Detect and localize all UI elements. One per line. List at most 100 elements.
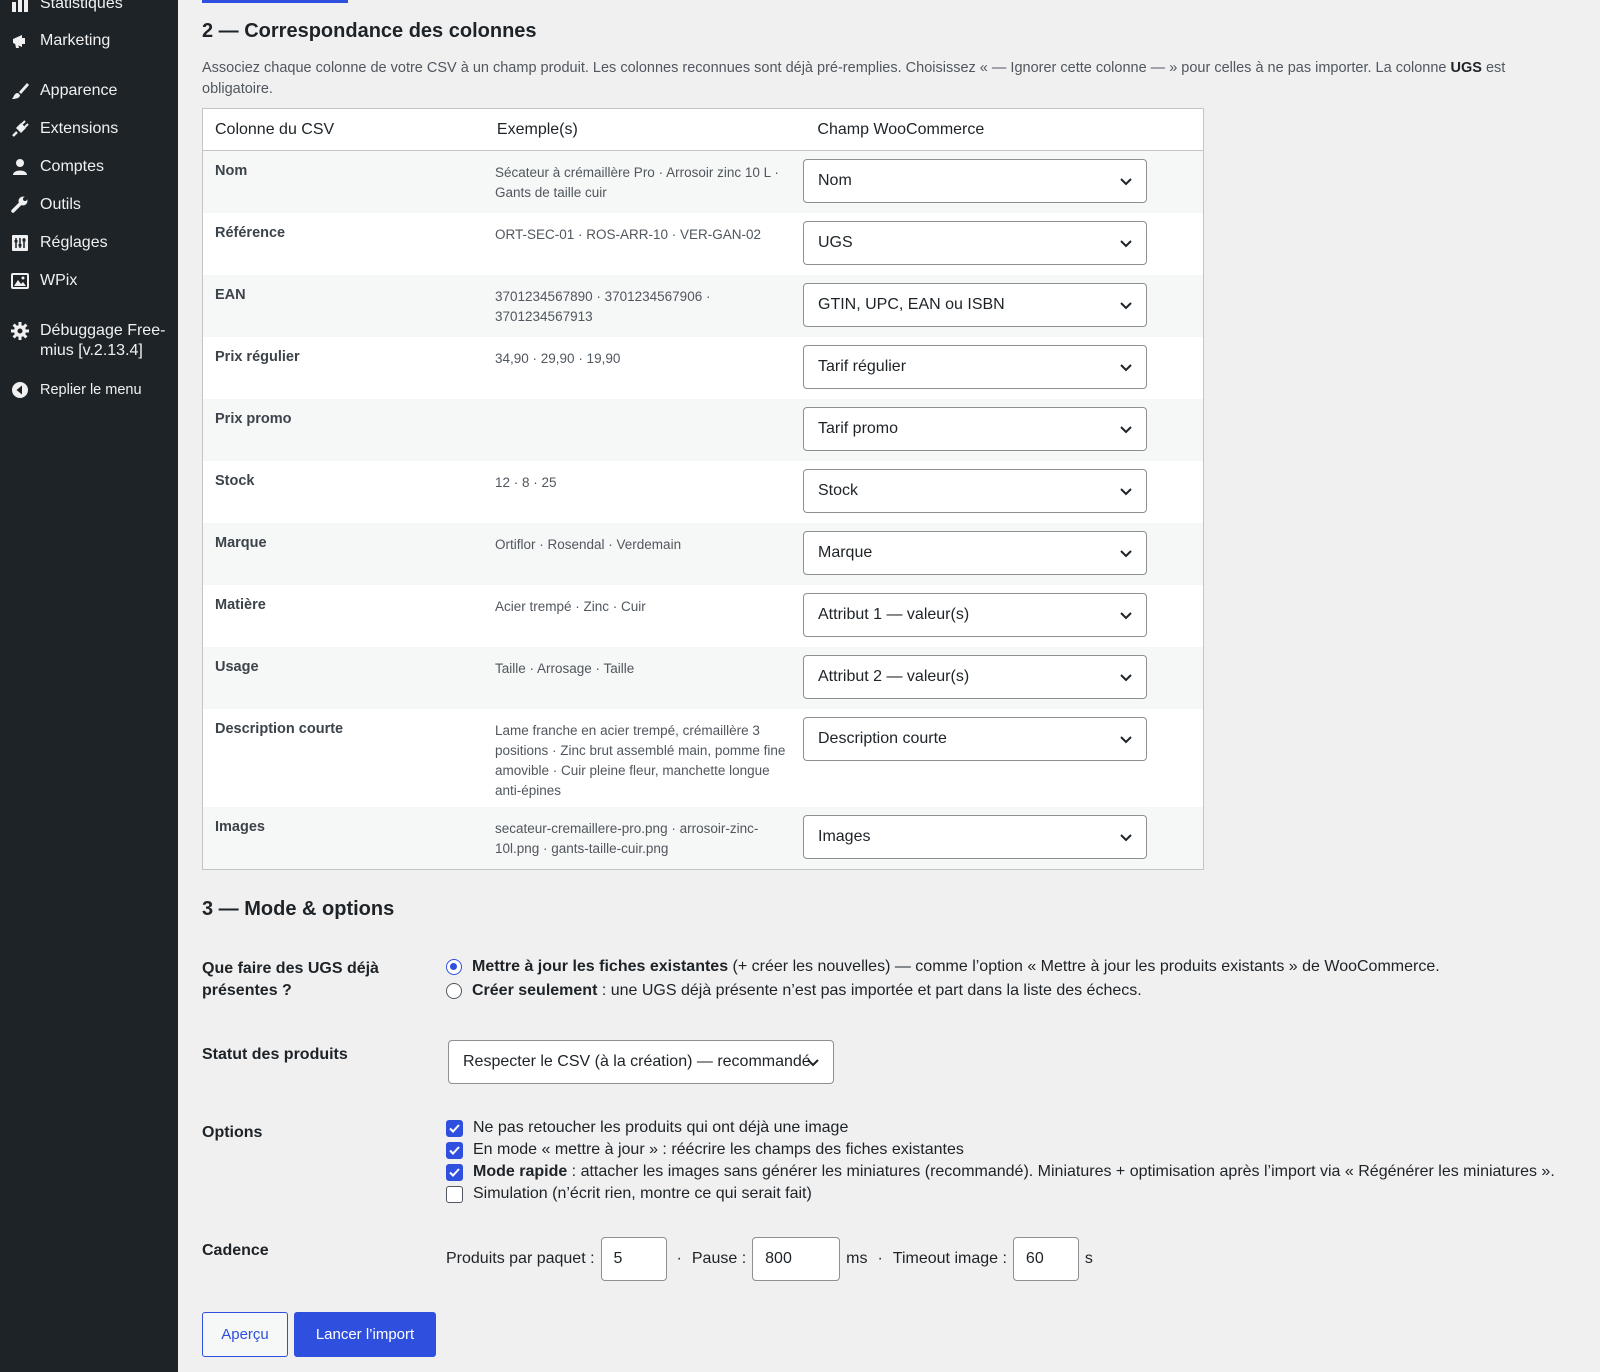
sidebar-item-label: Replier le menu [40,382,142,398]
radio-create-only[interactable]: Créer seulement : une UGS déjà présente … [446,982,1142,1000]
chevron-down-icon [1120,426,1132,434]
checkbox-checked[interactable] [446,1163,463,1181]
sidebar-item-wpix[interactable]: WPix [0,271,178,291]
table-header: Colonne du CSV Exemple(s) Champ WooComme… [203,109,1203,151]
chevron-down-icon [1120,550,1132,558]
field-select[interactable]: Nom [803,159,1147,203]
option-label: Simulation (n’écrit rien, montre ce qui … [473,1185,812,1202]
field-select[interactable]: Tarif régulier [803,345,1147,389]
field-select[interactable]: Marque [803,531,1147,575]
option-label: Ne pas retoucher les produits qui ont dé… [473,1119,849,1136]
pause-unit: ms [846,1250,868,1267]
csv-column-name: Usage [215,659,259,675]
field-select[interactable]: Attribut 1 — valeur(s) [803,593,1147,637]
option-rewrite-existing[interactable]: En mode « mettre à jour » : réécrire les… [446,1141,964,1159]
sidebar-item-outils[interactable]: Outils [0,195,178,215]
option-label: Mode rapide : attacher les images sans g… [473,1163,1555,1181]
radio-create-bold: Créer seulement [472,982,598,999]
csv-column-name: Matière [215,597,266,613]
product-status-label: Statut des produits [202,1046,348,1063]
checkbox[interactable] [446,1185,463,1203]
field-select[interactable]: Images [803,815,1147,859]
field-select[interactable]: GTIN, UPC, EAN ou ISBN [803,283,1147,327]
options-label: Options [202,1124,263,1141]
csv-column-example: Taille · Arrosage · Taille [495,661,635,676]
table-row: Référence ORT-SEC-01 · ROS-ARR-10 · VER-… [203,213,1203,275]
timeout-input[interactable]: 60 [1012,1237,1079,1281]
csv-column-example: secateur-cremaillere-pro.png · arrosoir-… [495,821,759,856]
wrench-icon [11,196,28,213]
active-step-indicator [202,0,348,3]
paintbrush-icon [12,83,29,99]
field-select[interactable]: UGS [803,221,1147,265]
option-label-bold: Mode rapide [473,1163,568,1180]
pause-input[interactable]: 800 [752,1237,841,1281]
ugs-behaviour-label: Que faire des UGS déjà présentes ? [202,960,379,999]
product-status-select[interactable]: Respecter le CSV (à la création) — recom… [448,1040,834,1084]
sidebar-item-comptes[interactable]: Comptes [0,157,178,177]
header-woocommerce-field: Champ WooCommerce [817,120,985,138]
settings-sliders-icon [12,235,28,251]
option-fast-mode[interactable]: Mode rapide : attacher les images sans g… [446,1163,1555,1181]
sidebar-item-label: WPix [40,272,78,289]
option-label: En mode « mettre à jour » : réécrire les… [473,1141,964,1158]
field-select-value: Attribut 2 — valeur(s) [818,668,970,685]
options-section-title: 3 — Mode & options [202,898,395,920]
per-batch-input[interactable]: 5 [600,1237,667,1281]
table-row: Usage Taille · Arrosage · Taille Attribu… [203,647,1203,709]
chevron-down-icon [807,1059,819,1067]
launch-import-button[interactable]: Lancer l’import [294,1312,436,1357]
chevron-down-icon [1120,364,1132,372]
collapse-menu-button[interactable]: Replier le menu [0,380,178,400]
field-select-value: Tarif promo [818,420,899,437]
admin-sidebar: Statistiques Marketing Apparence Extensi… [0,0,178,1372]
separator-dot: · [877,1250,883,1267]
table-row: Stock 12 · 8 · 25 Stock [203,461,1203,523]
sidebar-item-label: Extensions [40,120,119,137]
sidebar-item-debuggage-freemius[interactable]: Débuggage Free-mius [v.2.13.4] [0,321,178,361]
preview-button[interactable]: Aperçu [202,1312,288,1357]
field-select-value: Tarif régulier [818,358,907,375]
cadence-label: Cadence [202,1242,269,1259]
radio-button-selected[interactable] [446,959,462,975]
field-select[interactable]: Tarif promo [803,407,1147,451]
timeout-label: Timeout image : [892,1250,1007,1267]
pause-value: 800 [765,1250,792,1267]
field-select-value: Stock [818,482,859,499]
option-label-text: : attacher les images sans générer les m… [567,1163,1555,1180]
sidebar-item-marketing[interactable]: Marketing [0,31,178,51]
csv-column-name: Images [215,819,265,835]
option-skip-with-image[interactable]: Ne pas retoucher les produits qui ont dé… [446,1119,848,1137]
radio-button[interactable] [446,983,462,999]
field-select[interactable]: Attribut 2 — valeur(s) [803,655,1147,699]
sidebar-item-label: Réglages [40,234,108,251]
gear-icon [11,322,29,340]
field-select-value: UGS [818,234,853,251]
header-example: Exemple(s) [496,120,578,138]
field-select[interactable]: Stock [803,469,1147,513]
chevron-down-icon [1120,736,1132,744]
timeout-value: 60 [1025,1250,1044,1267]
sidebar-item-reglages[interactable]: Réglages [0,233,178,253]
option-simulation[interactable]: Simulation (n’écrit rien, montre ce qui … [446,1185,812,1203]
checkbox-checked[interactable] [446,1119,463,1137]
timeout-unit: s [1084,1250,1093,1267]
sidebar-item-extensions[interactable]: Extensions [0,119,178,139]
radio-update-existing[interactable]: Mettre à jour les fiches existantes (+ c… [446,958,1440,976]
megaphone-icon [13,35,25,48]
field-select[interactable]: Description courte [803,717,1147,761]
radio-create-label: Créer seulement : une UGS déjà présente … [472,982,1142,1000]
checkbox-checked[interactable] [446,1141,463,1159]
checkmark-icon [449,1167,460,1177]
sidebar-item-apparence[interactable]: Apparence [0,81,178,101]
chevron-down-icon [1120,488,1132,496]
per-batch-value: 5 [613,1250,623,1267]
radio-update-label: Mettre à jour les fiches existantes (+ c… [472,958,1440,976]
table-row: Matière Acier trempé · Zinc · Cuir Attri… [203,585,1203,647]
sidebar-item-label: Outils [40,196,81,213]
per-batch-label: Produits par paquet : [446,1250,595,1267]
bar-chart-icon [12,0,28,12]
csv-column-name: Référence [215,225,286,241]
sidebar-item-statistiques[interactable]: Statistiques [0,0,178,14]
plug-icon [12,120,29,137]
